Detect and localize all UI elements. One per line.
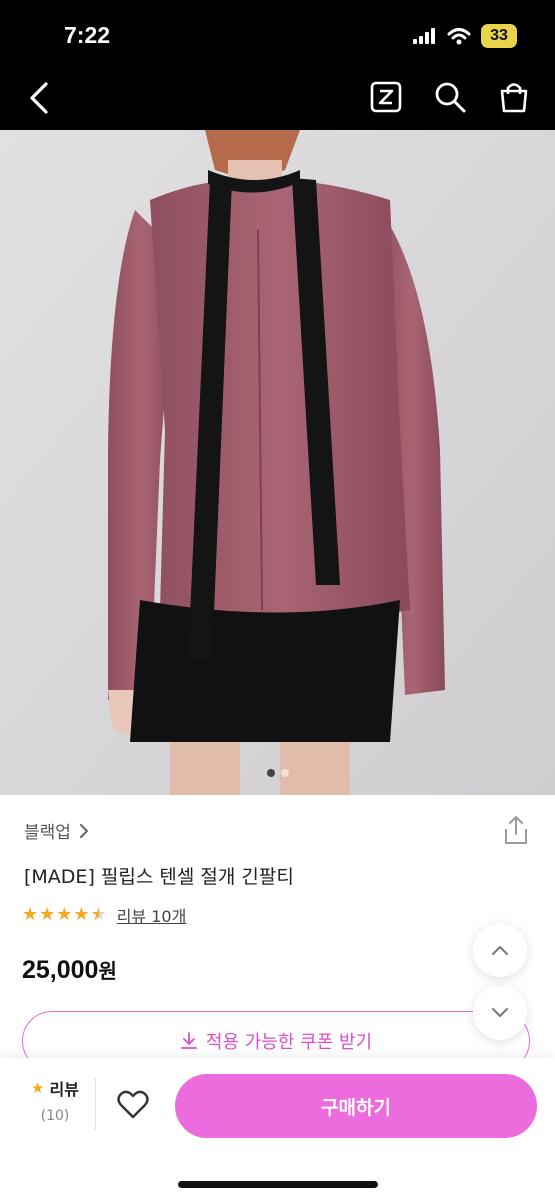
download-icon <box>180 1032 197 1049</box>
star-icon: ★ <box>56 904 73 925</box>
divider <box>95 1078 96 1130</box>
share-icon[interactable] <box>503 815 529 845</box>
product-image-carousel[interactable] <box>0 130 555 795</box>
scroll-up-button[interactable] <box>473 923 527 977</box>
wifi-icon <box>447 28 471 45</box>
battery-icon: 33 <box>481 24 517 48</box>
review-count: (10) <box>40 1108 70 1124</box>
home-indicator <box>178 1181 378 1188</box>
bottom-action-bar: ★ 리뷰 (10) 구매하기 <box>0 1058 555 1200</box>
rating-row: ★ ★ ★ ★ ★ 리뷰 10개 <box>22 903 186 927</box>
brand-link[interactable]: 블랙업 <box>24 818 89 843</box>
carousel-indicator <box>0 762 555 781</box>
price-unit: 원 <box>98 959 117 983</box>
coupon-label: 적용 가능한 쿠폰 받기 <box>205 1032 373 1053</box>
scroll-down-button[interactable] <box>473 986 527 1040</box>
status-time: 7:22 <box>64 22 111 48</box>
star-icon: ★ <box>39 904 56 925</box>
review-summary[interactable]: ★ 리뷰 (10) <box>20 1076 90 1124</box>
shopping-bag-icon[interactable] <box>497 80 531 114</box>
review-count-link[interactable]: 리뷰 10개 <box>117 903 187 927</box>
carousel-dot[interactable] <box>280 769 289 777</box>
star-rating: ★ ★ ★ ★ ★ <box>22 906 107 924</box>
signal-icon <box>413 28 435 44</box>
star-half-icon: ★ <box>90 904 107 925</box>
chevron-right-icon <box>79 823 88 838</box>
price-value: 25,000 <box>22 956 99 984</box>
product-title: [MADE] 필립스 텐셀 절개 긴팔티 <box>24 866 294 888</box>
review-label: 리뷰 <box>49 1080 79 1099</box>
buy-button[interactable]: 구매하기 <box>175 1074 537 1138</box>
top-bar: 7:22 33 <box>0 0 555 130</box>
back-chevron-icon[interactable] <box>24 80 56 116</box>
star-icon: ★ <box>73 904 90 925</box>
nav-actions <box>369 80 531 114</box>
carousel-dot[interactable] <box>266 769 275 777</box>
star-icon: ★ <box>22 904 39 925</box>
price: 25,000원 <box>22 955 117 985</box>
heart-icon[interactable] <box>116 1088 150 1122</box>
zigzag-z-icon[interactable] <box>369 80 403 114</box>
brand-name: 블랙업 <box>24 823 71 843</box>
chevron-down-icon <box>492 1008 508 1017</box>
search-icon[interactable] <box>433 80 467 114</box>
product-photo <box>0 130 555 795</box>
chevron-up-icon <box>492 946 508 955</box>
review-header: ★ 리뷰 <box>20 1076 90 1100</box>
status-icons: 33 <box>413 24 517 48</box>
star-icon: ★ <box>31 1079 45 1097</box>
product-detail-page: 7:22 33 블랙업 [MADE] 필립스 텐셀 절개 긴팔티 ★ ★ ★ ★… <box>0 0 555 1200</box>
